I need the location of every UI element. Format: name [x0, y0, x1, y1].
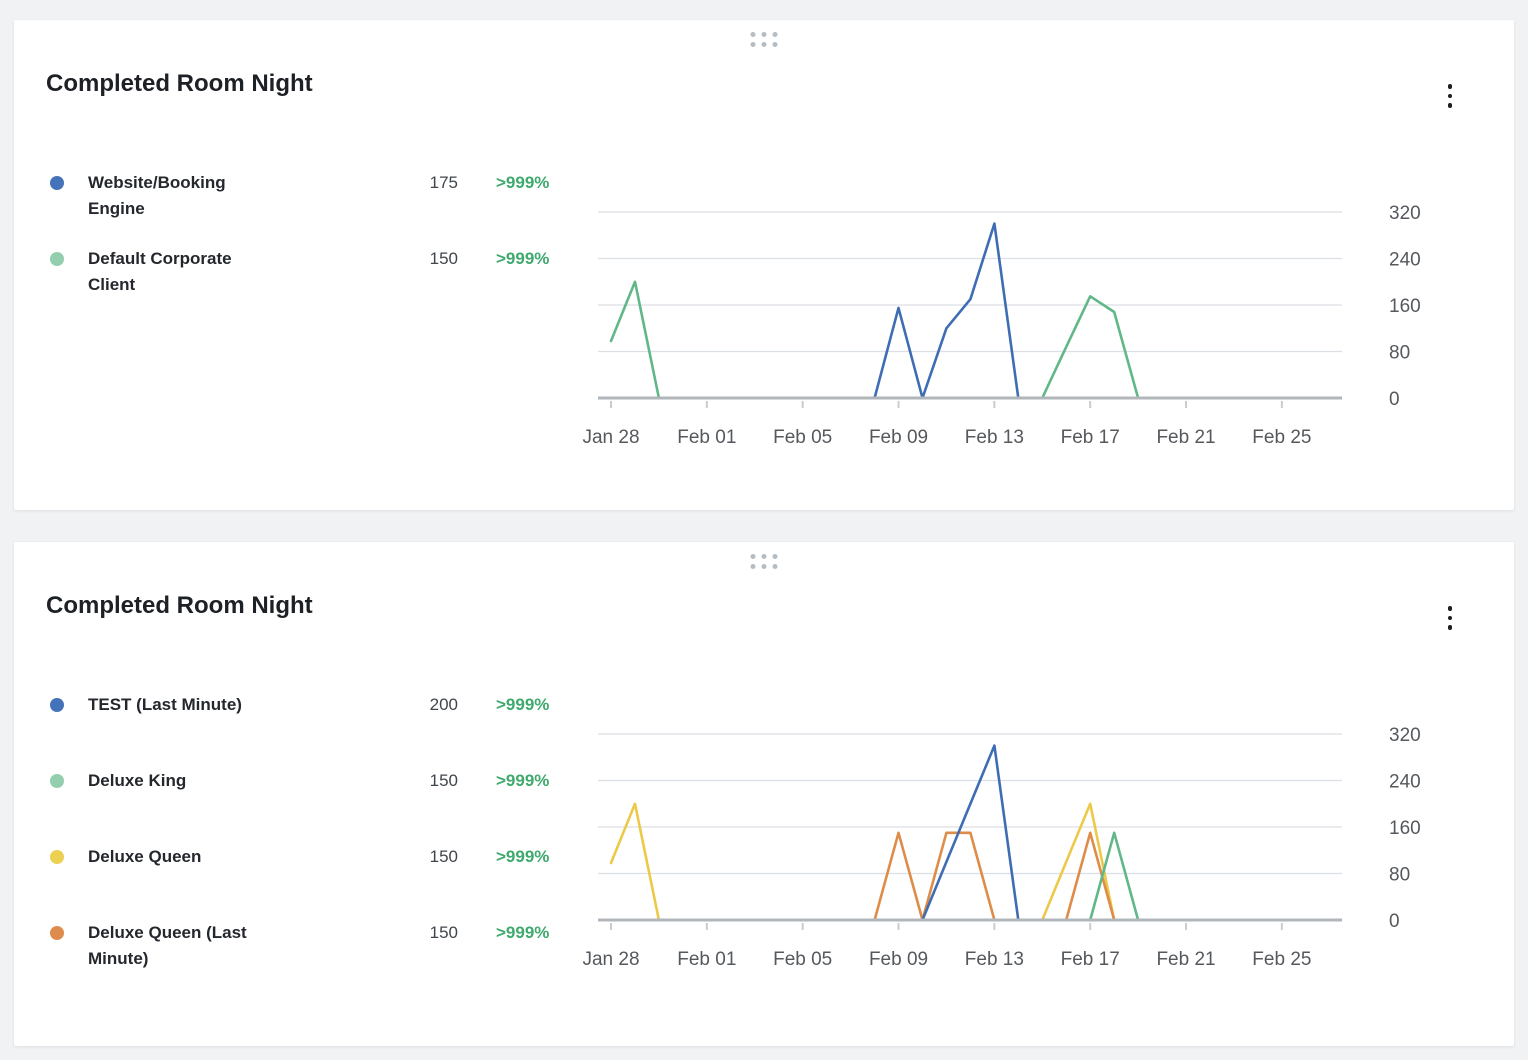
- chart-legend: TEST (Last Minute)200>999%Deluxe King150…: [46, 692, 591, 996]
- svg-text:Feb 01: Feb 01: [677, 949, 736, 970]
- svg-text:240: 240: [1389, 250, 1421, 271]
- legend-item[interactable]: TEST (Last Minute)200 >999%: [46, 692, 591, 768]
- svg-text:Feb 09: Feb 09: [869, 427, 928, 448]
- series-label: Default Corporate Client: [88, 246, 263, 298]
- chart-legend: Website/Booking Engine175>999%Default Co…: [46, 170, 591, 322]
- card-menu-button[interactable]: [1436, 598, 1464, 638]
- svg-text:Jan 28: Jan 28: [582, 949, 639, 970]
- series-label: Website/Booking Engine: [88, 170, 263, 222]
- svg-text:Jan 28: Jan 28: [582, 427, 639, 448]
- card-menu-button[interactable]: [1436, 76, 1464, 116]
- svg-text:80: 80: [1389, 343, 1410, 364]
- dashboard: Completed Room Night Website/Booking Eng…: [0, 0, 1528, 1046]
- series-value: 150: [263, 920, 458, 946]
- drag-handle-icon[interactable]: [747, 28, 782, 51]
- svg-text:Feb 21: Feb 21: [1156, 427, 1215, 448]
- series-color-dot: [50, 926, 64, 940]
- drag-handle-icon[interactable]: [747, 550, 782, 573]
- series-value: 150: [263, 844, 458, 870]
- series-value: 175: [263, 170, 458, 196]
- series-color-dot: [50, 252, 64, 266]
- svg-text:320: 320: [1389, 203, 1421, 224]
- series-value: 200: [263, 692, 458, 718]
- series-value: 150: [263, 768, 458, 794]
- legend-item[interactable]: Deluxe Queen150 >999%: [46, 844, 591, 920]
- card-title: Completed Room Night: [46, 592, 313, 620]
- svg-text:Feb 25: Feb 25: [1252, 427, 1311, 448]
- legend-item[interactable]: Website/Booking Engine175 >999%: [46, 170, 591, 246]
- series-label: Deluxe Queen: [88, 844, 263, 870]
- legend-item[interactable]: Default Corporate Client150 >999%: [46, 246, 591, 322]
- series-color-dot: [50, 698, 64, 712]
- svg-text:320: 320: [1389, 725, 1421, 746]
- series-value: 150: [263, 246, 458, 272]
- svg-text:0: 0: [1389, 911, 1400, 932]
- kebab-menu-icon: [1448, 606, 1453, 630]
- svg-text:80: 80: [1389, 865, 1410, 886]
- kebab-menu-icon: [1448, 84, 1453, 108]
- series-change-badge: >999%: [496, 246, 549, 272]
- series-change-badge: >999%: [496, 692, 549, 718]
- legend-item[interactable]: Deluxe King150 >999%: [46, 768, 591, 844]
- series-color-dot: [50, 176, 64, 190]
- svg-text:Feb 05: Feb 05: [773, 949, 832, 970]
- svg-text:Feb 13: Feb 13: [965, 949, 1024, 970]
- svg-text:Feb 21: Feb 21: [1156, 949, 1215, 970]
- svg-text:240: 240: [1389, 772, 1421, 793]
- svg-text:160: 160: [1389, 818, 1421, 839]
- svg-text:Feb 17: Feb 17: [1061, 427, 1120, 448]
- series-color-dot: [50, 774, 64, 788]
- series-change-badge: >999%: [496, 768, 549, 794]
- legend-item[interactable]: Deluxe Queen (Last Minute)150 >999%: [46, 920, 591, 996]
- series-change-badge: >999%: [496, 170, 549, 196]
- svg-text:160: 160: [1389, 296, 1421, 317]
- card-title: Completed Room Night: [46, 70, 313, 98]
- series-label: TEST (Last Minute): [88, 692, 263, 718]
- chart-card-completed-room-night-2: Completed Room Night TEST (Last Minute)2…: [14, 542, 1514, 1046]
- series-label: Deluxe King: [88, 768, 263, 794]
- series-label: Deluxe Queen (Last Minute): [88, 920, 263, 972]
- svg-text:Feb 13: Feb 13: [965, 427, 1024, 448]
- svg-text:Feb 09: Feb 09: [869, 949, 928, 970]
- series-color-dot: [50, 850, 64, 864]
- series-change-badge: >999%: [496, 844, 549, 870]
- svg-text:Feb 01: Feb 01: [677, 427, 736, 448]
- svg-text:Feb 17: Feb 17: [1061, 949, 1120, 970]
- svg-text:Feb 25: Feb 25: [1252, 949, 1311, 970]
- svg-text:0: 0: [1389, 389, 1400, 410]
- series-change-badge: >999%: [496, 920, 549, 946]
- chart-card-completed-room-night-1: Completed Room Night Website/Booking Eng…: [14, 20, 1514, 510]
- svg-text:Feb 05: Feb 05: [773, 427, 832, 448]
